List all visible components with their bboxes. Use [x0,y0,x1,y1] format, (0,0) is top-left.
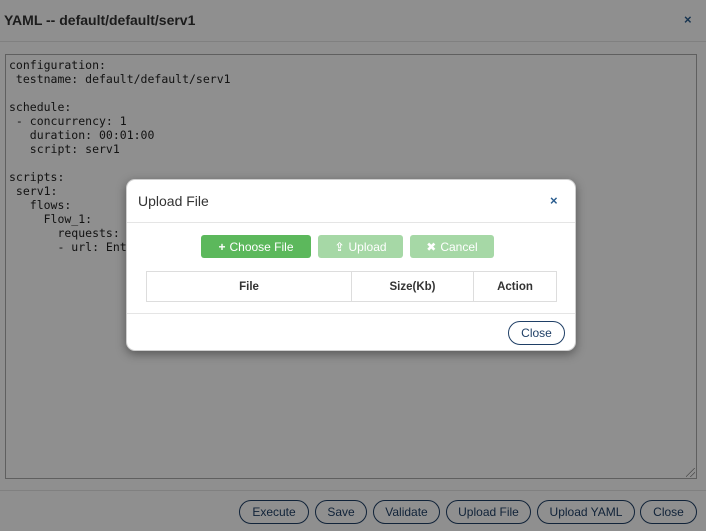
upload-button[interactable]: ⇪ Upload [318,235,403,258]
table-header-row: File Size(Kb) Action [146,271,557,302]
choose-file-label: Choose File [229,239,294,254]
column-header-size: Size(Kb) [351,271,474,302]
plus-icon: + [218,239,226,254]
upload-dialog-close-icon[interactable]: × [550,194,558,207]
cancel-label: Cancel [440,239,478,254]
upload-file-dialog: Upload File × + Choose File ⇪ Upload ✖ C… [126,179,576,351]
upload-dialog-footer: Close [127,313,575,350]
cancel-icon: ✖ [426,239,437,254]
upload-file-table: File Size(Kb) Action [146,271,557,302]
upload-dialog-header: Upload File × [127,180,575,223]
cancel-button[interactable]: ✖ Cancel [410,235,494,258]
upload-icon: ⇪ [334,239,345,254]
column-header-file: File [146,271,352,302]
choose-file-button[interactable]: + Choose File [201,235,311,258]
column-header-action: Action [473,271,557,302]
upload-dialog-close-button[interactable]: Close [508,321,565,345]
upload-dialog-title: Upload File [138,193,209,209]
upload-label: Upload [348,239,387,254]
app-window: YAML -- default/default/serv1 × configur… [0,0,706,531]
